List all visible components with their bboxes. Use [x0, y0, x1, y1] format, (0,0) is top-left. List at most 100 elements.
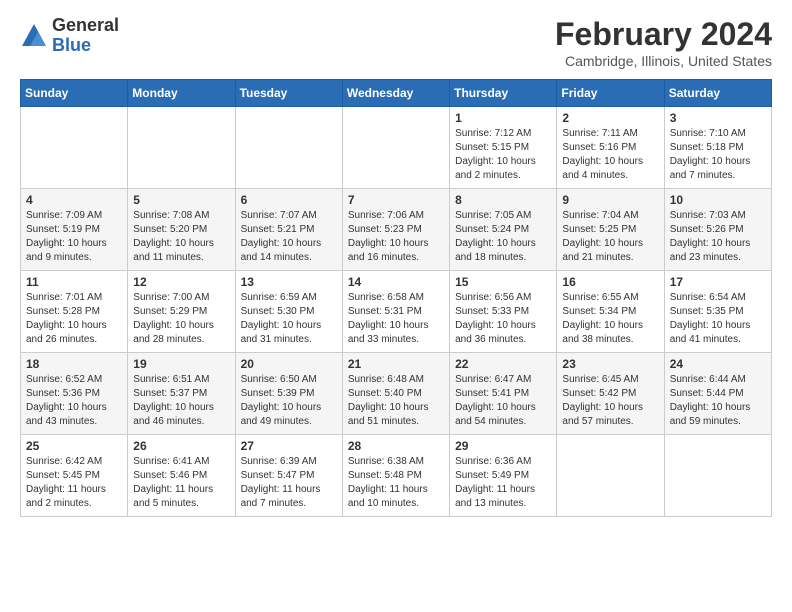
day-cell: 3 Sunrise: 7:10 AM Sunset: 5:18 PM Daylig…	[664, 107, 771, 189]
day-number: 14	[348, 275, 444, 289]
day-cell: 10 Sunrise: 7:03 AM Sunset: 5:26 PM Dayli…	[664, 189, 771, 271]
day-info: Sunrise: 7:01 AM Sunset: 5:28 PM Dayligh…	[26, 291, 122, 347]
day-number: 1	[455, 111, 551, 125]
day-info: Sunrise: 7:04 AM Sunset: 5:25 PM Dayligh…	[562, 209, 658, 265]
day-info: Sunrise: 6:48 AM Sunset: 5:40 PM Dayligh…	[348, 373, 444, 429]
day-number: 6	[241, 193, 337, 207]
day-cell	[235, 107, 342, 189]
day-number: 18	[26, 357, 122, 371]
day-info: Sunrise: 7:11 AM Sunset: 5:16 PM Dayligh…	[562, 127, 658, 183]
day-number: 17	[670, 275, 766, 289]
day-cell	[664, 435, 771, 517]
day-cell	[342, 107, 449, 189]
day-cell: 16 Sunrise: 6:55 AM Sunset: 5:34 PM Dayli…	[557, 271, 664, 353]
day-cell: 23 Sunrise: 6:45 AM Sunset: 5:42 PM Dayli…	[557, 353, 664, 435]
day-info: Sunrise: 6:51 AM Sunset: 5:37 PM Dayligh…	[133, 373, 229, 429]
day-number: 13	[241, 275, 337, 289]
logo-text: General Blue	[52, 16, 119, 56]
day-header-saturday: Saturday	[664, 80, 771, 107]
day-info: Sunrise: 6:50 AM Sunset: 5:39 PM Dayligh…	[241, 373, 337, 429]
day-cell: 20 Sunrise: 6:50 AM Sunset: 5:39 PM Dayli…	[235, 353, 342, 435]
day-info: Sunrise: 6:55 AM Sunset: 5:34 PM Dayligh…	[562, 291, 658, 347]
day-number: 25	[26, 439, 122, 453]
day-cell: 27 Sunrise: 6:39 AM Sunset: 5:47 PM Dayli…	[235, 435, 342, 517]
logo-icon	[20, 22, 48, 50]
day-cell: 6 Sunrise: 7:07 AM Sunset: 5:21 PM Daylig…	[235, 189, 342, 271]
day-number: 24	[670, 357, 766, 371]
day-cell: 8 Sunrise: 7:05 AM Sunset: 5:24 PM Daylig…	[450, 189, 557, 271]
day-info: Sunrise: 6:56 AM Sunset: 5:33 PM Dayligh…	[455, 291, 551, 347]
day-number: 19	[133, 357, 229, 371]
day-number: 21	[348, 357, 444, 371]
calendar-table: SundayMondayTuesdayWednesdayThursdayFrid…	[20, 79, 772, 517]
header-row: SundayMondayTuesdayWednesdayThursdayFrid…	[21, 80, 772, 107]
month-title: February 2024	[555, 16, 772, 53]
logo-general-text: General	[52, 16, 119, 36]
week-row-4: 25 Sunrise: 6:42 AM Sunset: 5:45 PM Dayli…	[21, 435, 772, 517]
day-header-tuesday: Tuesday	[235, 80, 342, 107]
day-info: Sunrise: 7:09 AM Sunset: 5:19 PM Dayligh…	[26, 209, 122, 265]
day-cell: 4Sunrise: 7:09 AM Sunset: 5:19 PM Daylig…	[21, 189, 128, 271]
day-number: 10	[670, 193, 766, 207]
day-cell: 1 Sunrise: 7:12 AM Sunset: 5:15 PM Daylig…	[450, 107, 557, 189]
day-header-friday: Friday	[557, 80, 664, 107]
day-info: Sunrise: 6:52 AM Sunset: 5:36 PM Dayligh…	[26, 373, 122, 429]
day-cell: 13 Sunrise: 6:59 AM Sunset: 5:30 PM Dayli…	[235, 271, 342, 353]
day-number: 16	[562, 275, 658, 289]
day-cell: 17 Sunrise: 6:54 AM Sunset: 5:35 PM Dayli…	[664, 271, 771, 353]
day-number: 23	[562, 357, 658, 371]
day-cell: 24 Sunrise: 6:44 AM Sunset: 5:44 PM Dayli…	[664, 353, 771, 435]
day-cell	[21, 107, 128, 189]
day-cell: 5Sunrise: 7:08 AM Sunset: 5:20 PM Daylig…	[128, 189, 235, 271]
day-info: Sunrise: 7:00 AM Sunset: 5:29 PM Dayligh…	[133, 291, 229, 347]
day-info: Sunrise: 6:38 AM Sunset: 5:48 PM Dayligh…	[348, 455, 444, 511]
day-cell: 26 Sunrise: 6:41 AM Sunset: 5:46 PM Dayli…	[128, 435, 235, 517]
day-number: 3	[670, 111, 766, 125]
day-number: 12	[133, 275, 229, 289]
day-info: Sunrise: 7:03 AM Sunset: 5:26 PM Dayligh…	[670, 209, 766, 265]
day-cell: 2 Sunrise: 7:11 AM Sunset: 5:16 PM Daylig…	[557, 107, 664, 189]
day-info: Sunrise: 6:39 AM Sunset: 5:47 PM Dayligh…	[241, 455, 337, 511]
day-info: Sunrise: 6:58 AM Sunset: 5:31 PM Dayligh…	[348, 291, 444, 347]
day-info: Sunrise: 7:10 AM Sunset: 5:18 PM Dayligh…	[670, 127, 766, 183]
day-info: Sunrise: 7:08 AM Sunset: 5:20 PM Dayligh…	[133, 209, 229, 265]
day-info: Sunrise: 6:59 AM Sunset: 5:30 PM Dayligh…	[241, 291, 337, 347]
header: General Blue February 2024 Cambridge, Il…	[20, 16, 772, 69]
day-header-thursday: Thursday	[450, 80, 557, 107]
day-number: 26	[133, 439, 229, 453]
day-info: Sunrise: 6:54 AM Sunset: 5:35 PM Dayligh…	[670, 291, 766, 347]
day-info: Sunrise: 7:12 AM Sunset: 5:15 PM Dayligh…	[455, 127, 551, 183]
day-number: 20	[241, 357, 337, 371]
day-info: Sunrise: 6:44 AM Sunset: 5:44 PM Dayligh…	[670, 373, 766, 429]
week-row-1: 4Sunrise: 7:09 AM Sunset: 5:19 PM Daylig…	[21, 189, 772, 271]
day-cell	[128, 107, 235, 189]
day-cell: 9Sunrise: 7:04 AM Sunset: 5:25 PM Daylig…	[557, 189, 664, 271]
day-number: 8	[455, 193, 551, 207]
day-cell	[557, 435, 664, 517]
day-cell: 25 Sunrise: 6:42 AM Sunset: 5:45 PM Dayli…	[21, 435, 128, 517]
day-number: 29	[455, 439, 551, 453]
week-row-0: 1 Sunrise: 7:12 AM Sunset: 5:15 PM Daylig…	[21, 107, 772, 189]
day-info: Sunrise: 7:05 AM Sunset: 5:24 PM Dayligh…	[455, 209, 551, 265]
day-cell: 22 Sunrise: 6:47 AM Sunset: 5:41 PM Dayli…	[450, 353, 557, 435]
day-info: Sunrise: 6:42 AM Sunset: 5:45 PM Dayligh…	[26, 455, 122, 511]
day-number: 22	[455, 357, 551, 371]
day-cell: 12 Sunrise: 7:00 AM Sunset: 5:29 PM Dayli…	[128, 271, 235, 353]
day-number: 15	[455, 275, 551, 289]
day-header-wednesday: Wednesday	[342, 80, 449, 107]
day-number: 11	[26, 275, 122, 289]
day-cell: 29Sunrise: 6:36 AM Sunset: 5:49 PM Dayli…	[450, 435, 557, 517]
day-number: 2	[562, 111, 658, 125]
day-info: Sunrise: 6:45 AM Sunset: 5:42 PM Dayligh…	[562, 373, 658, 429]
day-cell: 21 Sunrise: 6:48 AM Sunset: 5:40 PM Dayli…	[342, 353, 449, 435]
day-cell: 18 Sunrise: 6:52 AM Sunset: 5:36 PM Dayli…	[21, 353, 128, 435]
day-info: Sunrise: 6:47 AM Sunset: 5:41 PM Dayligh…	[455, 373, 551, 429]
day-number: 27	[241, 439, 337, 453]
day-cell: 28Sunrise: 6:38 AM Sunset: 5:48 PM Dayli…	[342, 435, 449, 517]
week-row-2: 11 Sunrise: 7:01 AM Sunset: 5:28 PM Dayli…	[21, 271, 772, 353]
day-info: Sunrise: 6:41 AM Sunset: 5:46 PM Dayligh…	[133, 455, 229, 511]
day-number: 7	[348, 193, 444, 207]
day-cell: 19 Sunrise: 6:51 AM Sunset: 5:37 PM Dayli…	[128, 353, 235, 435]
day-cell: 14 Sunrise: 6:58 AM Sunset: 5:31 PM Dayli…	[342, 271, 449, 353]
day-info: Sunrise: 7:07 AM Sunset: 5:21 PM Dayligh…	[241, 209, 337, 265]
